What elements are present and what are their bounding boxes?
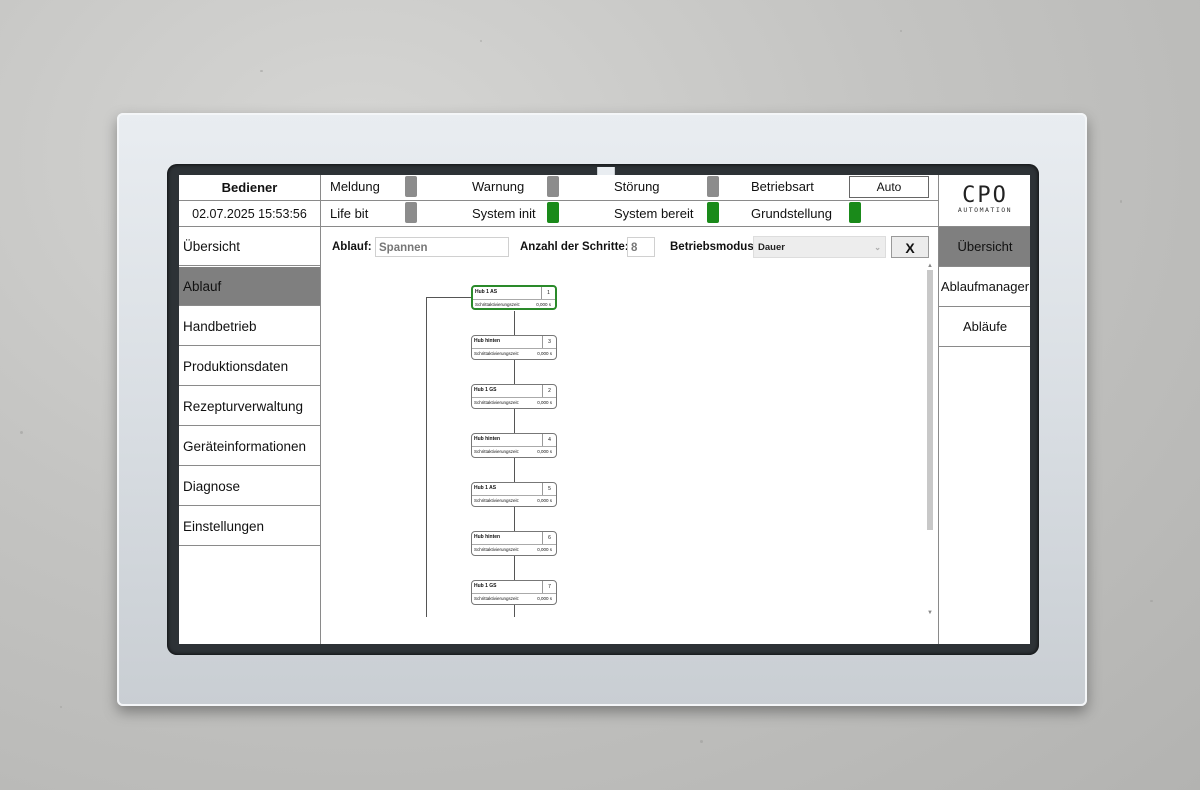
step-name: Hub 1 AS <box>474 485 497 491</box>
flow-step[interactable]: Hub hinten 6 Schrittaktivierungszeit: 0,… <box>471 531 557 556</box>
flow-step[interactable]: Hub 1 AS 5 Schrittaktivierungszeit: 0,00… <box>471 482 557 507</box>
connector <box>514 458 515 482</box>
step-time-label: Schrittaktivierungszeit: <box>474 498 520 503</box>
status-label-meldung: Meldung <box>330 179 380 194</box>
step-time-label: Schrittaktivierungszeit: <box>474 547 520 552</box>
betriebsmodus-value: Dauer <box>758 242 785 253</box>
rnav-item-ablaufmanager[interactable]: Ablaufmanager <box>939 267 1030 307</box>
led-warnung <box>547 176 559 197</box>
led-stoerung <box>707 176 719 197</box>
step-time-value: 0,000 s <box>536 302 551 307</box>
step-time-label: Schrittaktivierungszeit: <box>475 302 521 307</box>
led-meldung <box>405 176 417 197</box>
step-time-value: 0,000 s <box>537 498 552 503</box>
left-nav: Übersicht Ablauf Handbetrieb Produktions… <box>179 227 321 644</box>
nav-item-ablauf[interactable]: Ablauf <box>179 267 320 306</box>
step-name: Hub hinten <box>474 534 501 540</box>
connector <box>514 605 515 617</box>
logo-main-text: CPO <box>962 183 1008 208</box>
ablauf-input[interactable]: Spannen <box>375 237 509 257</box>
step-time-value: 0,000 s <box>537 449 552 454</box>
step-time-label: Schrittaktivierungszeit: <box>474 400 520 405</box>
connector <box>514 360 515 384</box>
header-bar: Bediener 02.07.2025 15:53:56 Meldung War… <box>179 175 1030 227</box>
flow-step[interactable]: Hub hinten 3 Schrittaktivierungszeit: 0,… <box>471 335 557 360</box>
step-time-value: 0,000 s <box>537 351 552 356</box>
close-button[interactable]: X <box>891 236 929 258</box>
nav-item-handbetrieb[interactable]: Handbetrieb <box>179 307 320 346</box>
flow-scrollbar[interactable]: ▲ ▼ <box>926 262 934 618</box>
connector <box>514 556 515 580</box>
betriebsmodus-select[interactable]: Dauer ⌄ <box>753 236 886 258</box>
user-panel: Bediener 02.07.2025 15:53:56 <box>179 175 321 226</box>
scrollbar-thumb[interactable] <box>927 270 933 530</box>
loop-line <box>426 297 427 617</box>
step-time-value: 0,000 s <box>537 400 552 405</box>
rnav-item-uebersicht[interactable]: Übersicht <box>939 227 1030 267</box>
connector <box>514 311 515 335</box>
connector <box>514 507 515 531</box>
chevron-down-icon: ⌄ <box>874 243 881 252</box>
scroll-down-icon[interactable]: ▼ <box>926 609 934 617</box>
flow-step[interactable]: Hub hinten 4 Schrittaktivierungszeit: 0,… <box>471 433 557 458</box>
flow-step[interactable]: Hub 1 GS 2 Schrittaktivierungszeit: 0,00… <box>471 384 557 409</box>
betriebsart-value[interactable]: Auto <box>849 176 929 198</box>
datetime: 02.07.2025 15:53:56 <box>192 207 307 221</box>
nav-item-rezepturverwaltung[interactable]: Rezepturverwaltung <box>179 387 320 426</box>
step-name: Hub hinten <box>474 436 501 442</box>
led-grundstellung <box>849 202 861 223</box>
led-life-bit <box>405 202 417 223</box>
nav-item-produktionsdaten[interactable]: Produktionsdaten <box>179 347 320 386</box>
step-time-label: Schrittaktivierungszeit: <box>474 351 520 356</box>
status-label-warnung: Warnung <box>472 179 525 194</box>
flow-diagram: Hub 1 AS 1 Schrittaktivierungszeit: 0,00… <box>321 262 929 617</box>
hmi-screen: Bediener 02.07.2025 15:53:56 Meldung War… <box>179 175 1030 644</box>
status-label-system-bereit: System bereit <box>614 206 694 221</box>
user-name: Bediener <box>221 180 278 195</box>
status-label-grundstellung: Grundstellung <box>751 206 832 221</box>
betriebsart-label: Betriebsart <box>751 179 814 194</box>
logo-sub-text: AUTOMATION <box>957 206 1013 214</box>
nav-item-geraeteinformationen[interactable]: Geräteinformationen <box>179 427 320 466</box>
led-system-init <box>547 202 559 223</box>
step-name: Hub 1 GS <box>474 583 497 589</box>
step-time-label: Schrittaktivierungszeit: <box>474 449 520 454</box>
ablauf-label: Ablauf: <box>332 241 372 253</box>
scroll-up-icon[interactable]: ▲ <box>926 262 934 270</box>
nav-item-uebersicht[interactable]: Übersicht <box>179 227 320 266</box>
nav-item-diagnose[interactable]: Diagnose <box>179 467 320 506</box>
step-time-label: Schrittaktivierungszeit: <box>474 596 520 601</box>
right-nav: Übersicht Ablaufmanager Abläufe <box>938 227 1030 644</box>
cpo-logo: CPO AUTOMATION <box>938 175 1030 226</box>
step-time-value: 0,000 s <box>537 547 552 552</box>
schritte-input[interactable]: 8 <box>627 237 655 257</box>
connector <box>514 409 515 433</box>
flow-step[interactable]: Hub 1 AS 1 Schrittaktivierungszeit: 0,00… <box>471 285 557 310</box>
step-name: Hub 1 GS <box>474 387 497 393</box>
step-time-value: 0,000 s <box>537 596 552 601</box>
step-name: Hub 1 AS <box>475 289 498 295</box>
status-label-stoerung: Störung <box>614 179 660 194</box>
flow-step[interactable]: Hub 1 GS 7 Schrittaktivierungszeit: 0,00… <box>471 580 557 605</box>
loop-line-top <box>426 297 471 298</box>
nav-item-einstellungen[interactable]: Einstellungen <box>179 507 320 546</box>
betriebsmodus-label: Betriebsmodus: <box>670 241 758 253</box>
rnav-item-ablaeufe[interactable]: Abläufe <box>939 307 1030 347</box>
schritte-label: Anzahl der Schritte: <box>520 241 629 253</box>
led-system-bereit <box>707 202 719 223</box>
step-name: Hub hinten <box>474 338 501 344</box>
status-label-life-bit: Life bit <box>330 206 369 221</box>
status-label-system-init: System init <box>472 206 536 221</box>
